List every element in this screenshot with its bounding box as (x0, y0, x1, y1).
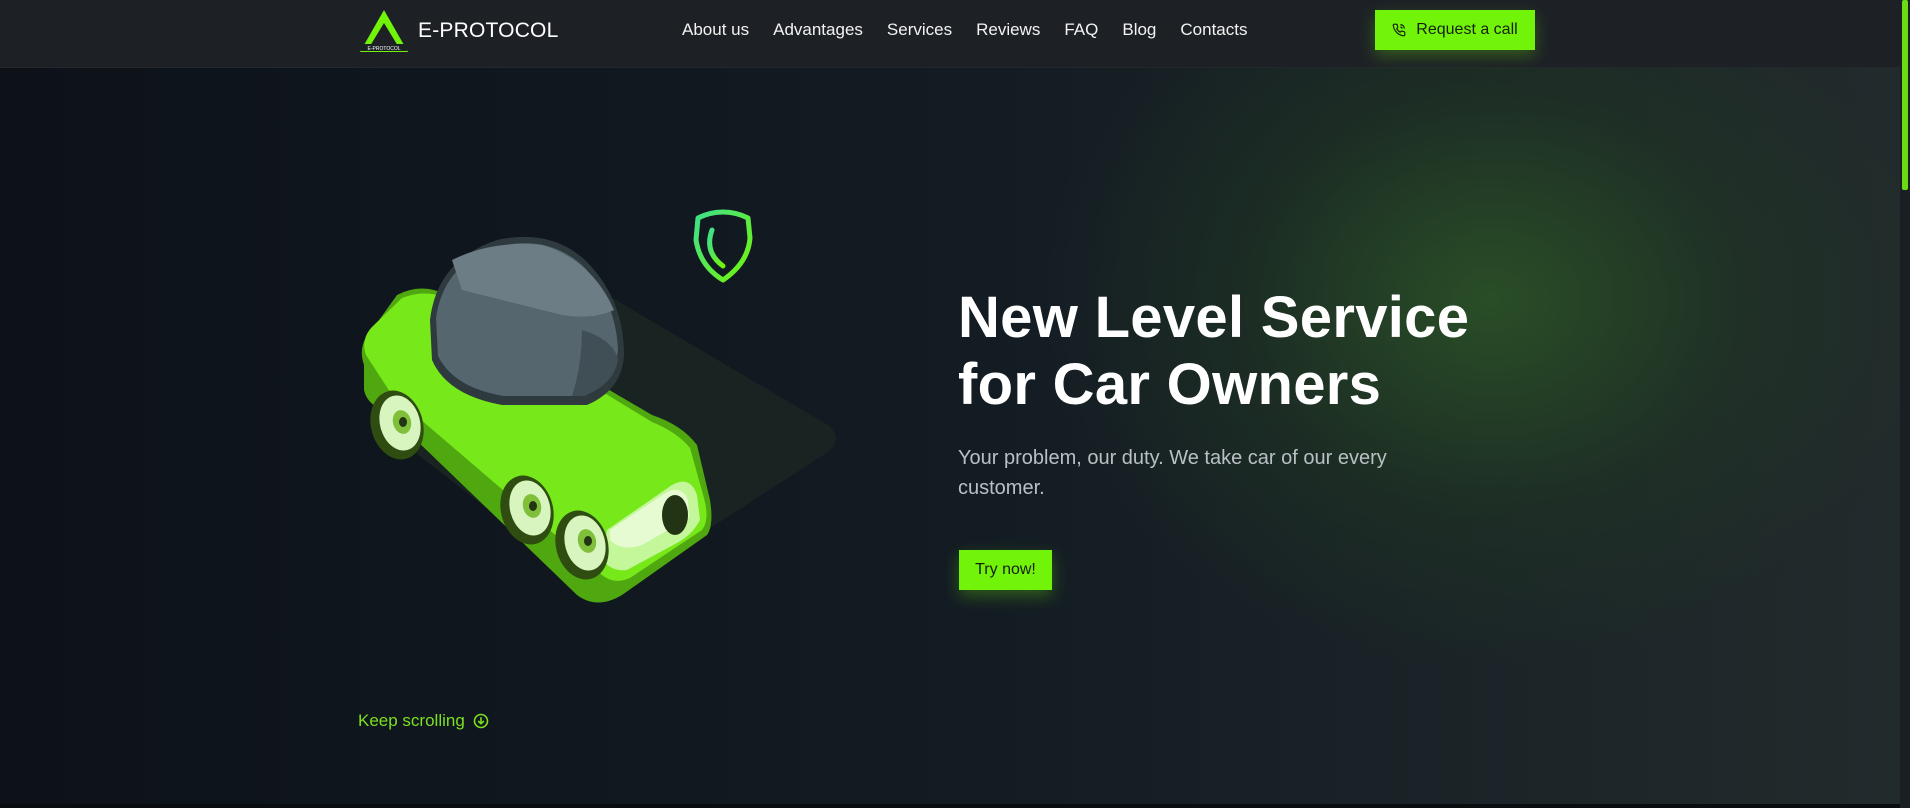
keep-scrolling-link[interactable]: Keep scrolling (358, 711, 489, 731)
nav-item: Services (887, 20, 952, 40)
nav-link-reviews[interactable]: Reviews (976, 20, 1040, 39)
hero-title-line-1: New Level Service (958, 285, 1470, 350)
nav-item: Blog (1122, 20, 1156, 40)
nav-item: FAQ (1064, 20, 1098, 40)
nav-item: Contacts (1180, 20, 1247, 40)
logo[interactable]: E-PROTOCOL E-PROTOCOL (358, 8, 558, 54)
nav-link-services[interactable]: Services (887, 20, 952, 39)
nav-link-faq[interactable]: FAQ (1064, 20, 1098, 39)
logo-triangle-icon: E-PROTOCOL (360, 10, 408, 52)
site-header: E-PROTOCOL E-PROTOCOL About us Advantage… (0, 0, 1900, 68)
nav-item: About us (682, 20, 749, 40)
page: E-PROTOCOL E-PROTOCOL About us Advantage… (0, 0, 1910, 808)
try-now-button[interactable]: Try now! (959, 550, 1052, 590)
logo-mark-text: E-PROTOCOL (368, 46, 401, 52)
green-car-illustration (361, 236, 836, 603)
nav-link-blog[interactable]: Blog (1122, 20, 1156, 39)
keep-scrolling-label: Keep scrolling (358, 711, 465, 730)
hero-title: New Level Service for Car Owners (958, 284, 1558, 418)
section-divider (0, 804, 1900, 808)
nav-link-about-us[interactable]: About us (682, 20, 749, 39)
arrow-down-circle-icon (473, 713, 489, 729)
page-scrollbar[interactable] (1900, 0, 1910, 808)
phone-icon (1392, 23, 1406, 37)
nav-link-advantages[interactable]: Advantages (773, 20, 863, 39)
nav-item: Advantages (773, 20, 863, 40)
scrollbar-thumb[interactable] (1902, 0, 1908, 190)
shield-icon (693, 209, 753, 283)
main-nav: About us Advantages Services Reviews FAQ… (682, 20, 1247, 40)
hero-title-line-2: for Car Owners (958, 352, 1382, 417)
nav-link-contacts[interactable]: Contacts (1180, 20, 1247, 39)
request-call-label: Request a call (1416, 21, 1518, 38)
nav-item: Reviews (976, 20, 1040, 40)
hero-subtitle: Your problem, our duty. We take car of o… (958, 447, 1387, 499)
request-call-button[interactable]: Request a call (1375, 10, 1535, 50)
brand-name: E-PROTOCOL (418, 19, 559, 42)
